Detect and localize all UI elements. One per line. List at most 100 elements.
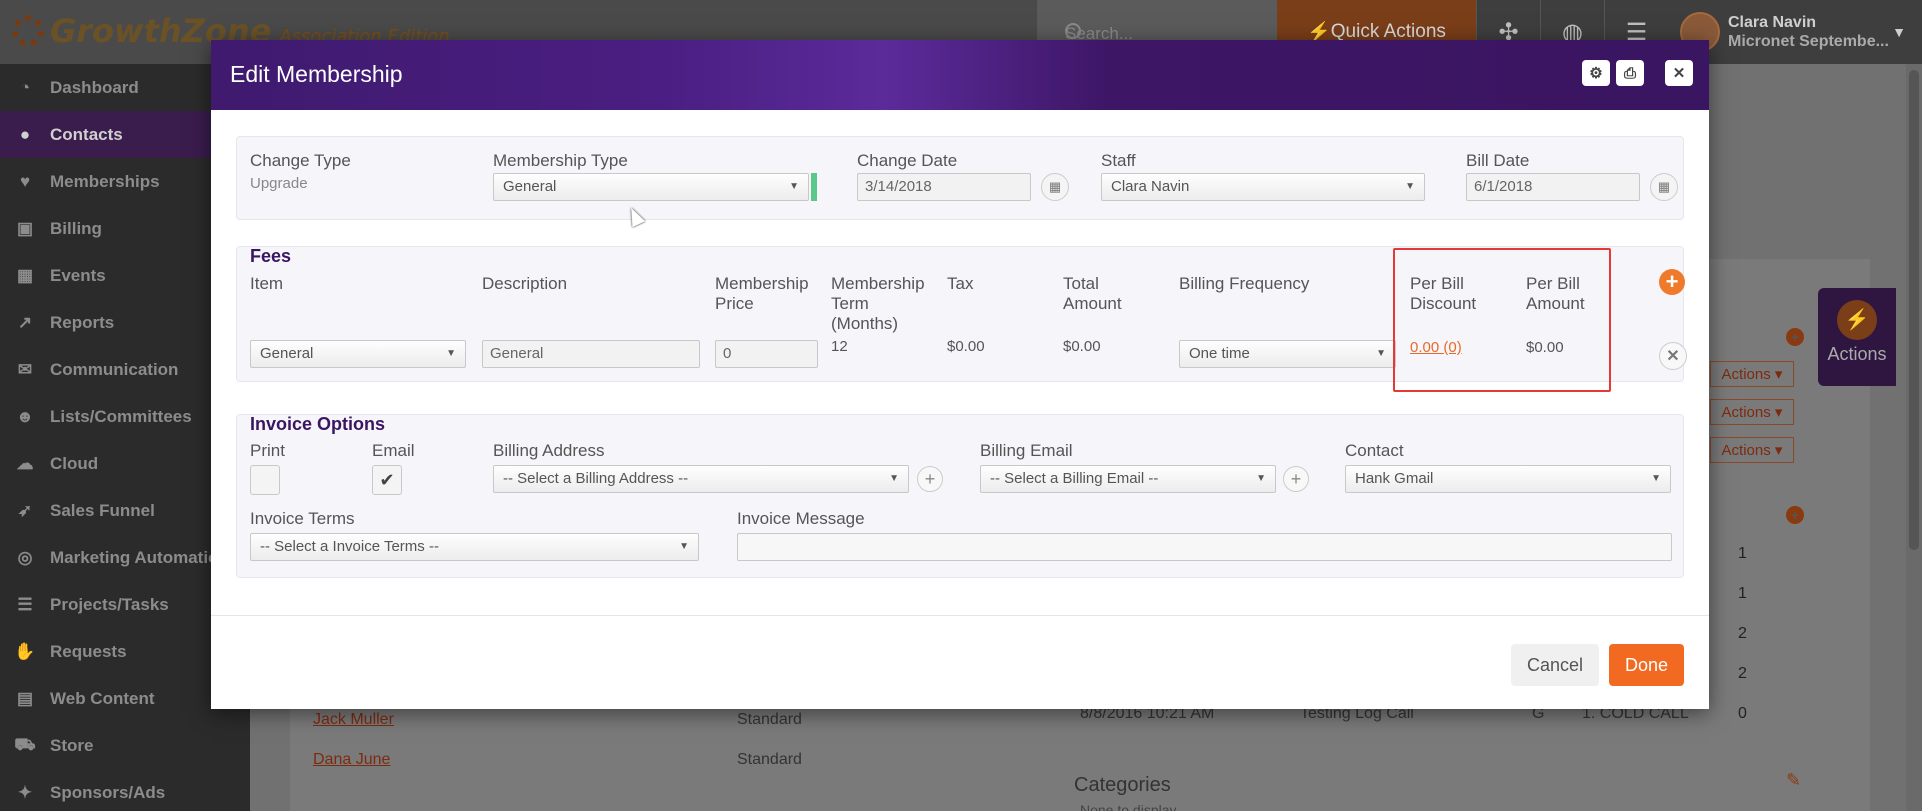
count-cell: 1 [1738,545,1747,562]
add-billing-email-icon[interactable]: + [1283,466,1309,492]
scrollbar-thumb[interactable] [1909,70,1919,550]
categories-title: Categories [1074,774,1171,796]
actions-tab-label: Actions [1827,344,1887,364]
fee-term-value: 12 [831,338,848,355]
heart-icon: ♥ [19,171,31,191]
invoice-terms-label: Invoice Terms [250,509,355,528]
dropdown-arrow-icon: ▼ [1405,181,1415,192]
sidebar-item-label: Lists/Committees [50,406,192,426]
print-checkbox[interactable] [250,465,280,495]
user-org: Micronet Septembe... [1728,33,1889,50]
contact-label: Contact [1345,441,1404,460]
actions-dropdown[interactable]: Actions ▾ [1710,437,1794,463]
sidebar-item-sponsors-ads[interactable]: ✦ Sponsors/Ads [0,769,250,811]
categories-empty: None to display [1080,802,1177,811]
actions-side-tab[interactable]: ⚡ Actions [1818,288,1896,386]
cart-icon: ⛟ [14,734,36,754]
dropdown-arrow-icon: ▼ [446,348,456,359]
sidebar-item-label: Contacts [50,124,123,144]
change-date-input[interactable]: 3/14/2018 [857,173,1031,201]
fee-frequency-select[interactable]: One time ▼ [1179,340,1396,368]
contact-select[interactable]: Hank Gmail ▼ [1345,465,1671,493]
sidebar-item-label: Cloud [50,453,99,473]
fee-total-header: Total Amount [1063,274,1122,313]
edit-membership-modal: Edit Membership ⚙ ⎙ ✕ Change Type Upgrad… [211,40,1709,709]
contact-link[interactable]: Dana June [313,751,390,769]
sidebar-item-label: Store [50,735,94,755]
membership-type-select[interactable]: General ▼ [493,173,809,201]
add-icon[interactable]: + [1786,328,1804,346]
calendar-icon[interactable]: ▦ [1041,173,1069,201]
billing-email-select[interactable]: -- Select a Billing Email -- ▼ [980,465,1276,493]
settings-gear-icon[interactable]: ⚙ [1582,60,1610,86]
done-button[interactable]: Done [1609,644,1684,686]
sidebar-item-label: Marketing Automation [50,547,229,567]
sponsor-icon: ✦ [17,782,33,802]
cloud-icon: ☁ [16,453,34,473]
search-icon[interactable] [1065,23,1081,39]
footer-divider [211,615,1709,616]
print-icon[interactable]: ⎙ [1616,60,1644,86]
actions-dropdown[interactable]: Actions ▾ [1710,361,1794,387]
billing-email-label: Billing Email [980,441,1073,460]
sidebar-item-label: Sales Funnel [50,500,155,520]
fee-price-header: Membership Price [715,274,809,313]
invoice-options-section: Invoice Options Print Email ✔ Billing Ad… [236,414,1684,578]
sidebar-item-label: Dashboard [50,77,139,97]
sidebar-item-label: Reports [50,312,115,332]
sidebar-item-label: Sponsors/Ads [50,782,166,802]
add-billing-address-icon[interactable]: + [917,466,943,492]
change-type-value: Upgrade [250,175,308,192]
dropdown-arrow-icon: ▼ [889,473,899,484]
actions-dropdown[interactable]: Actions ▾ [1710,399,1794,425]
invoice-message-input[interactable] [737,533,1672,561]
remove-fee-close-icon[interactable]: ✕ [1659,342,1687,370]
tasks-icon: ☰ [17,594,33,614]
change-type-label: Change Type [250,151,351,170]
fee-price-input[interactable]: 0 [715,340,818,368]
users-icon: ☻ [16,406,34,426]
fees-title: Fees [250,246,292,266]
fee-item-header: Item [250,274,284,293]
fee-term-header: Membership Term (Months) [831,274,925,333]
staff-label: Staff [1101,151,1136,170]
rocket-icon: ➶ [17,500,33,520]
page-scrollbar[interactable] [1906,64,1922,811]
close-icon[interactable]: ✕ [1665,60,1693,86]
fee-description-input[interactable]: General [482,340,700,368]
fee-tax-value: $0.00 [947,338,985,355]
sidebar-item-store[interactable]: ⛟ Store [0,722,250,769]
add-fee-plus-icon[interactable]: + [1659,269,1685,295]
invoice-message-label: Invoice Message [737,509,865,528]
user-icon: ● [19,124,31,144]
dropdown-arrow-icon: ▼ [1376,348,1386,359]
sidebar-item-label: Projects/Tasks [50,594,169,614]
sidebar-item-label: Requests [50,641,127,661]
email-label: Email [372,441,415,460]
count-cell: 2 [1738,625,1747,642]
membership-change-section: Change Type Upgrade Membership Type Gene… [236,136,1684,220]
required-indicator [811,173,817,201]
hand-icon: ✋ [14,641,36,661]
invoice-terms-select[interactable]: -- Select a Invoice Terms -- ▼ [250,533,699,561]
print-label: Print [250,441,285,460]
discount-highlight-box [1393,248,1611,392]
calendar-icon[interactable]: ▦ [1650,173,1678,201]
pencil-icon[interactable]: ✎ [1786,770,1801,791]
contact-link[interactable]: Jack Muller [313,711,394,729]
add-icon[interactable]: + [1786,506,1804,524]
bill-date-label: Bill Date [1466,151,1530,170]
billing-address-select[interactable]: -- Select a Billing Address -- ▼ [493,465,909,493]
target-icon: ◎ [17,547,33,567]
chart-icon: ↗ [17,312,33,332]
modal-header: Edit Membership ⚙ ⎙ ✕ [211,40,1709,110]
fee-item-select[interactable]: General ▼ [250,340,466,368]
staff-select[interactable]: Clara Navin ▼ [1101,173,1425,201]
dropdown-arrow-icon: ▼ [1256,473,1266,484]
cancel-button[interactable]: Cancel [1511,644,1599,686]
fee-description-header: Description [482,274,568,293]
email-checkbox[interactable]: ✔ [372,465,402,495]
bill-date-input[interactable]: 6/1/2018 [1466,173,1640,201]
dashboard-icon: ◔ [19,77,31,97]
fee-tax-header: Tax [947,274,974,293]
